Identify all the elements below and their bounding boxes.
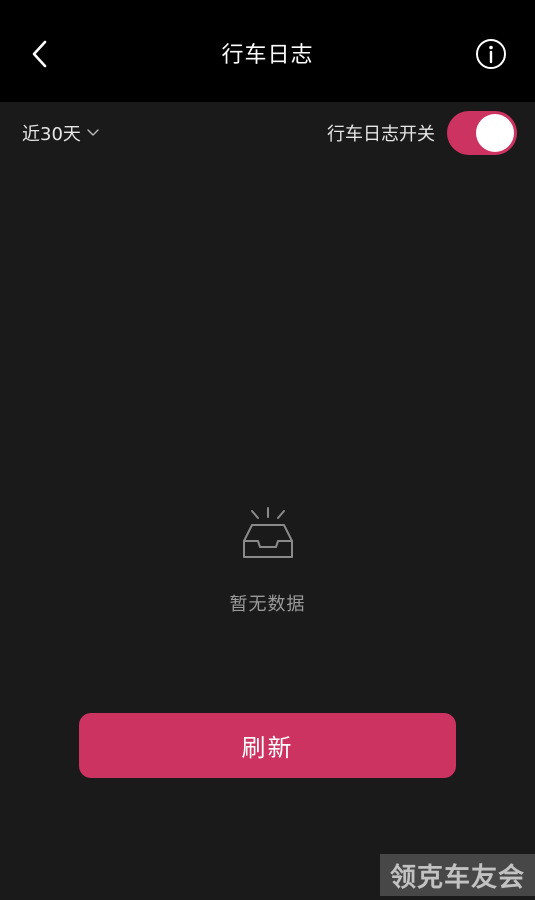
top-bar: 行车日志: [0, 0, 535, 102]
watermark: 领克车友会: [380, 854, 535, 896]
drive-log-toggle[interactable]: [447, 111, 517, 155]
empty-inbox-icon: [243, 507, 293, 558]
drive-log-page: 行车日志 近30天 行车日志开关 暂无数据 刷新 领克车友会: [0, 0, 535, 900]
date-range-dropdown[interactable]: 近30天: [22, 120, 99, 146]
drive-log-toggle-label: 行车日志开关: [327, 124, 435, 145]
drive-log-toggle-group: 行车日志开关: [327, 111, 517, 155]
toggle-knob: [476, 114, 514, 152]
info-button[interactable]: [475, 38, 507, 70]
empty-state-text: 暂无数据: [229, 594, 306, 615]
filter-row: 近30天 行车日志开关: [0, 102, 535, 164]
info-circle-icon: [476, 39, 506, 69]
date-range-label: 近30天: [22, 124, 81, 145]
page-title: 行车日志: [221, 43, 314, 68]
chevron-down-icon: [87, 129, 99, 136]
refresh-button[interactable]: 刷新: [79, 713, 456, 778]
